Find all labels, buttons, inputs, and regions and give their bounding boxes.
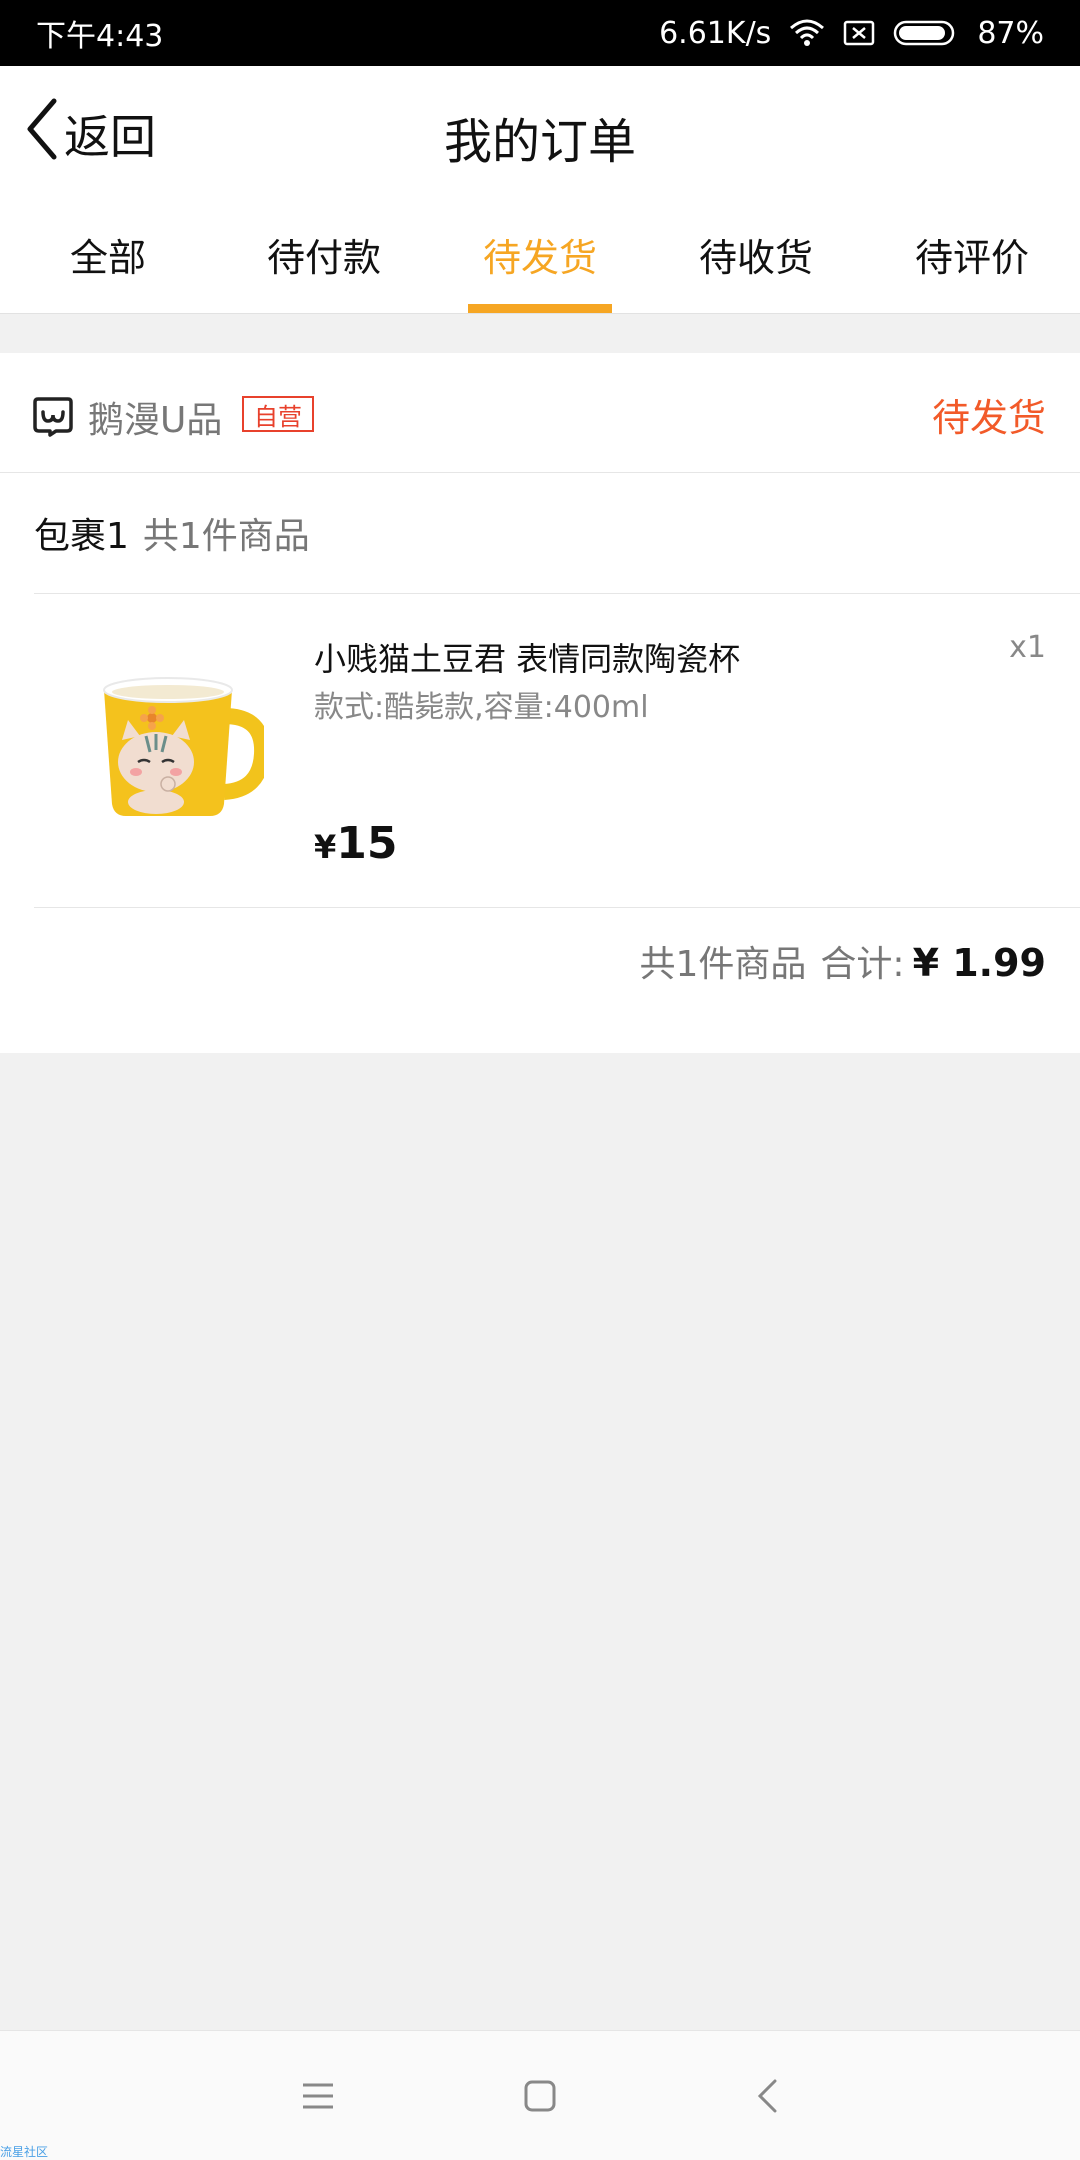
shop-name[interactable]: 鹅漫U品 xyxy=(88,391,222,443)
self-operated-badge: 自营 xyxy=(242,396,314,432)
watermark: 流星社区 xyxy=(0,2145,49,2159)
package-label: 包裹1 xyxy=(34,516,129,557)
menu-icon[interactable] xyxy=(273,2051,363,2141)
order-item[interactable]: 小贱猫土豆君 表情同款陶瓷杯 款式:酷毙款,容量:400ml x1 ¥15 xyxy=(34,594,1080,908)
summary-count: 共1件商品 xyxy=(639,944,807,985)
sim-icon xyxy=(843,19,875,47)
package-row: 包裹1 共1件商品 xyxy=(34,473,1080,594)
product-image[interactable] xyxy=(64,644,271,834)
system-nav-bar xyxy=(0,2030,1080,2160)
summary-total-label: 合计: xyxy=(820,944,905,985)
shop-logo-icon xyxy=(32,395,74,437)
status-time: 下午4:43 xyxy=(36,19,164,54)
status-bar: 下午4:43 6.61K/s 87% xyxy=(0,0,1080,66)
back-button[interactable]: 返回 xyxy=(22,96,156,172)
battery-icon xyxy=(893,19,959,47)
shop-row[interactable]: 鹅漫U品 自营 待发货 xyxy=(0,353,1080,473)
back-nav-icon[interactable] xyxy=(722,2051,812,2141)
product-name[interactable]: 小贱猫土豆君 表情同款陶瓷杯 xyxy=(314,634,740,680)
price-currency: ¥ xyxy=(314,828,337,866)
summary-total-amount: ¥ 1.99 xyxy=(912,941,1046,985)
navbar: 返回 我的订单 xyxy=(0,66,1080,204)
chevron-left-icon xyxy=(22,97,62,172)
home-icon[interactable] xyxy=(495,2051,585,2141)
tab-all[interactable]: 全部 xyxy=(0,204,216,313)
wifi-icon xyxy=(789,18,825,48)
tab-pending-payment[interactable]: 待付款 xyxy=(216,204,432,313)
order-tabs: 全部 待付款 待发货 待收货 待评价 xyxy=(0,204,1080,314)
tab-pending-shipment[interactable]: 待发货 xyxy=(432,204,648,313)
status-icons: 6.61K/s 87% xyxy=(659,16,1044,51)
order-summary: 共1件商品 合计: ¥ 1.99 xyxy=(640,935,1046,987)
back-label: 返回 xyxy=(64,110,156,164)
network-speed: 6.61K/s xyxy=(659,15,772,51)
tab-pending-receipt[interactable]: 待收货 xyxy=(648,204,864,313)
page-title: 我的订单 xyxy=(443,114,636,170)
product-price: ¥15 xyxy=(314,818,398,869)
battery-percent: 87% xyxy=(977,15,1044,51)
product-quantity: x1 xyxy=(1009,630,1046,665)
order-status: 待发货 xyxy=(931,396,1046,440)
package-count: 共1件商品 xyxy=(142,516,310,557)
order-card[interactable]: 鹅漫U品 自营 待发货 包裹1 共1件商品 小贱猫土豆君 表情同款陶瓷杯 款式:… xyxy=(0,353,1080,1053)
tab-pending-review[interactable]: 待评价 xyxy=(864,204,1080,313)
product-spec: 款式:酷毙款,容量:400ml xyxy=(314,690,649,725)
price-value: 15 xyxy=(336,818,398,869)
